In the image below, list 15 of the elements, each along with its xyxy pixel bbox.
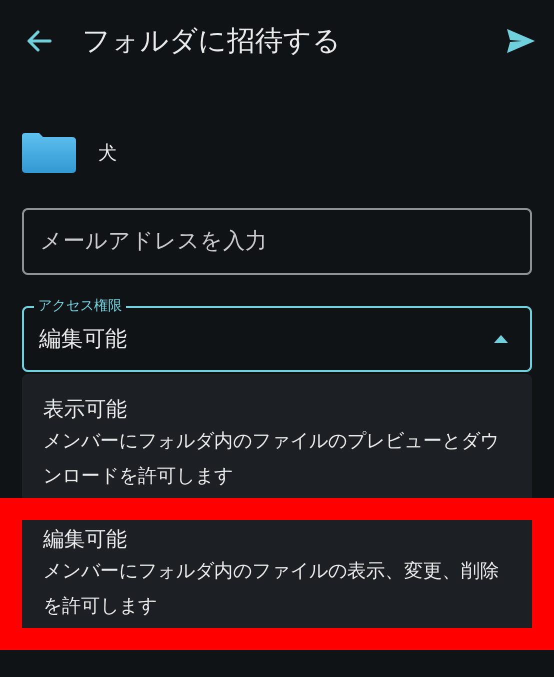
folder-icon — [22, 133, 76, 173]
menu-option[interactable]: 表示可能 メンバーにフォルダ内のファイルのプレビューとダウンロードを許可します — [22, 374, 532, 498]
send-icon[interactable] — [506, 28, 536, 54]
caret-icon — [494, 335, 508, 343]
option-title: 表示可能 — [43, 396, 128, 423]
menu-option[interactable]: 編集可能 メンバーにフォルダ内のファイルの表示、変更、削除を許可します — [0, 498, 554, 650]
option-description: メンバーにフォルダ内のファイルの表示、変更、削除を許可します — [43, 559, 500, 619]
option-title: 編集可能 — [43, 526, 128, 553]
email-input-field[interactable]: メールアドレスを入力 — [22, 208, 532, 275]
screen-title: フォルダに招待する — [82, 23, 342, 59]
access-select-field[interactable]: アクセス権限 編集可能 — [22, 297, 532, 372]
folder-name: 犬 — [98, 141, 117, 166]
field-label: アクセス権限 — [34, 297, 126, 315]
back-arrow-icon[interactable] — [26, 30, 52, 52]
option-description: メンバーにフォルダ内のファイルのプレビューとダウンロードを許可します — [43, 429, 500, 489]
